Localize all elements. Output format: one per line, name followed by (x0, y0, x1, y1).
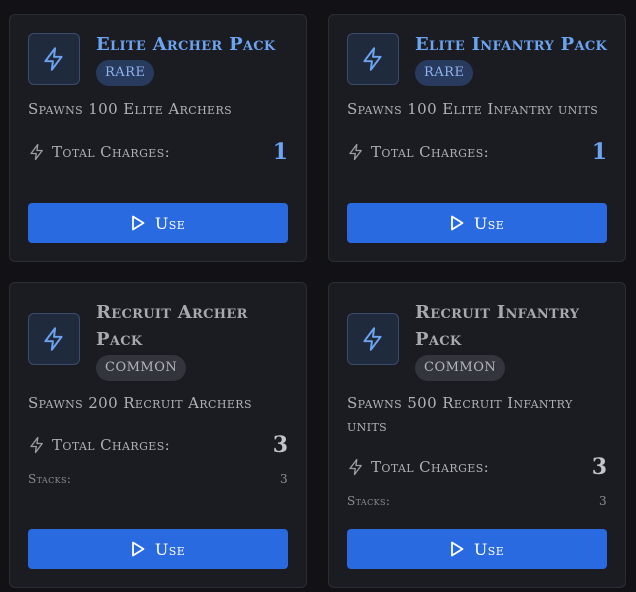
play-icon (131, 215, 145, 231)
card-header: Recruit Archer Pack COMMON (28, 301, 292, 381)
pack-title: Recruit Infantry Pack (415, 302, 580, 350)
pack-icon-box (28, 313, 80, 365)
pack-title: Elite Infantry Pack (415, 34, 608, 55)
card-header: Recruit Infantry Pack COMMON (347, 301, 611, 381)
stacks-row: Stacks: 3 (28, 472, 288, 486)
pack-description: Spawns 200 Recruit Archers (28, 394, 252, 412)
rarity-badge: RARE (415, 60, 474, 86)
rarity-badge: COMMON (96, 355, 187, 381)
lightning-bolt-icon (30, 436, 43, 454)
use-button[interactable]: Use (28, 203, 288, 243)
total-charges-row: Total Charges: 3 (28, 432, 288, 458)
pack-card-recruit-infantry: Recruit Infantry Pack COMMON Spawns 500 … (328, 282, 626, 588)
card-header: Elite Infantry Pack RARE (347, 33, 611, 86)
stacks-label: Stacks: (28, 472, 72, 486)
pack-title: Elite Archer Pack (96, 34, 276, 55)
pack-card-elite-archer: Elite Archer Pack RARE Spawns 100 Elite … (9, 14, 307, 262)
pack-description: Spawns 100 Elite Archers (28, 100, 233, 118)
pack-icon-box (28, 33, 80, 85)
total-charges-value: 1 (272, 139, 288, 165)
stacks-row: Stacks: 3 (347, 494, 607, 508)
play-icon (131, 541, 145, 557)
pack-icon-box (347, 313, 399, 365)
play-icon (450, 215, 464, 231)
pack-description: Spawns 100 Elite Infantry units (347, 100, 599, 118)
total-charges-row: Total Charges: 1 (28, 139, 288, 165)
total-charges-value: 1 (591, 139, 607, 165)
lightning-bolt-icon (363, 47, 382, 71)
card-header: Elite Archer Pack RARE (28, 33, 292, 86)
pack-grid: Elite Archer Pack RARE Spawns 100 Elite … (0, 0, 636, 592)
pack-card-recruit-archer: Recruit Archer Pack COMMON Spawns 200 Re… (9, 282, 307, 588)
rarity-badge: COMMON (415, 355, 506, 381)
use-button-label: Use (473, 213, 505, 233)
use-button-label: Use (154, 213, 186, 233)
stacks-value: 3 (279, 472, 288, 486)
total-charges-value: 3 (591, 454, 607, 480)
play-icon (450, 541, 464, 557)
lightning-bolt-icon (44, 47, 63, 71)
stacks-label: Stacks: (347, 494, 391, 508)
total-charges-row: Total Charges: 1 (347, 139, 607, 165)
use-button-label: Use (154, 539, 186, 559)
lightning-bolt-icon (349, 458, 362, 476)
total-charges-label: Total Charges: (371, 143, 490, 161)
use-button[interactable]: Use (347, 203, 607, 243)
lightning-bolt-icon (30, 143, 43, 161)
total-charges-label: Total Charges: (371, 458, 490, 476)
total-charges-label: Total Charges: (52, 143, 171, 161)
total-charges-label: Total Charges: (52, 436, 171, 454)
lightning-bolt-icon (44, 327, 63, 351)
use-button-label: Use (473, 539, 505, 559)
rarity-badge: RARE (96, 60, 155, 86)
stacks-value: 3 (598, 494, 607, 508)
total-charges-row: Total Charges: 3 (347, 454, 607, 480)
use-button[interactable]: Use (347, 529, 607, 569)
pack-icon-box (347, 33, 399, 85)
use-button[interactable]: Use (28, 529, 288, 569)
pack-title: Recruit Archer Pack (96, 302, 248, 350)
pack-card-elite-infantry: Elite Infantry Pack RARE Spawns 100 Elit… (328, 14, 626, 262)
total-charges-value: 3 (272, 432, 288, 458)
lightning-bolt-icon (363, 327, 382, 351)
pack-description: Spawns 500 Recruit Infantry units (347, 394, 573, 435)
lightning-bolt-icon (349, 143, 362, 161)
